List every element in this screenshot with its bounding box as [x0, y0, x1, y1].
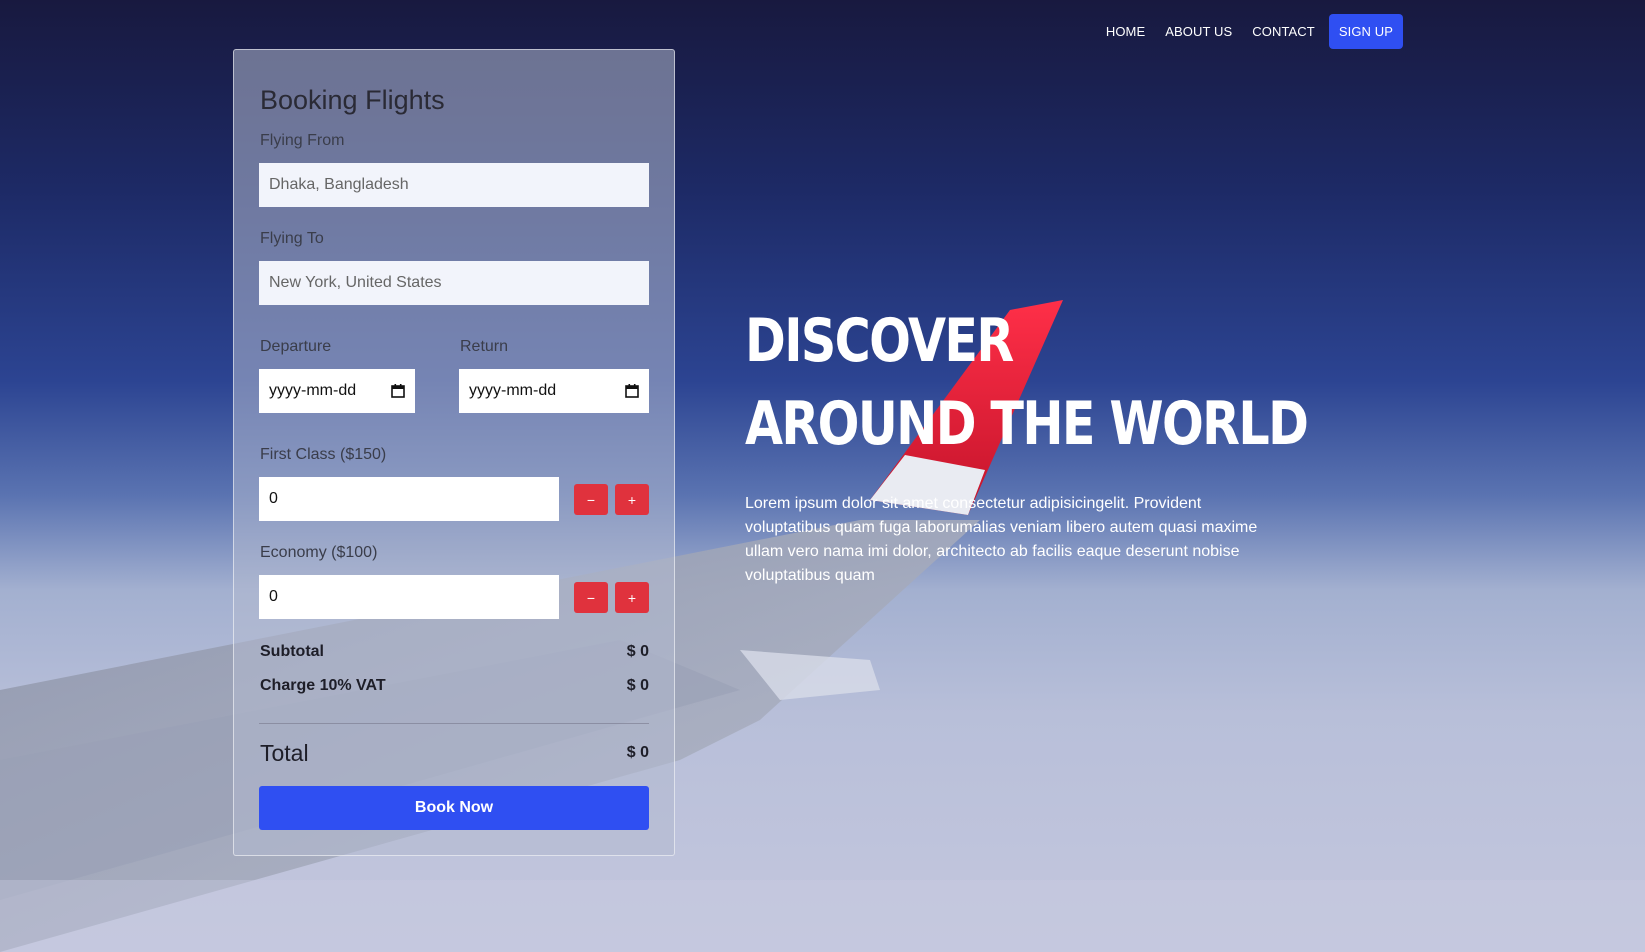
- hero-title-line-2: AROUND THE WORLD: [745, 389, 1309, 459]
- departure-date-value: yyyy-mm-dd: [269, 382, 357, 399]
- nav-home[interactable]: HOME: [1096, 16, 1155, 47]
- top-navigation: HOME ABOUT US CONTACT SIGN UP: [1096, 14, 1403, 49]
- plus-icon: +: [627, 589, 637, 606]
- departure-date-input[interactable]: yyyy-mm-dd: [259, 369, 415, 413]
- divider: [259, 723, 649, 724]
- economy-increment-button[interactable]: +: [615, 582, 649, 613]
- minus-icon: −: [586, 491, 596, 508]
- first-class-increment-button[interactable]: +: [615, 484, 649, 515]
- subtotal-label: Subtotal: [260, 643, 324, 660]
- hero-title-line-1: DISCOVER: [745, 306, 1014, 376]
- vat-label: Charge 10% VAT: [260, 677, 386, 694]
- booking-card: Booking Flights Flying From Dhaka, Bangl…: [233, 49, 675, 856]
- economy-quantity-value: 0: [269, 588, 278, 605]
- total-label: Total: [260, 740, 309, 766]
- departure-label: Departure: [260, 338, 332, 355]
- flying-to-input[interactable]: New York, United States: [259, 261, 649, 305]
- first-class-quantity-value: 0: [269, 490, 278, 507]
- minus-icon: −: [586, 589, 596, 606]
- calendar-icon[interactable]: [625, 384, 639, 398]
- plus-icon: +: [627, 491, 637, 508]
- flying-from-label: Flying From: [260, 132, 345, 149]
- hero-title: DISCOVER AROUND THE WORLD: [745, 300, 1309, 466]
- hero-description: Lorem ipsum dolor sit amet consectetur a…: [745, 495, 1258, 584]
- first-class-quantity-input[interactable]: 0: [259, 477, 559, 521]
- flying-from-placeholder: Dhaka, Bangladesh: [269, 176, 409, 193]
- book-now-button[interactable]: Book Now: [259, 786, 649, 830]
- first-class-decrement-button[interactable]: −: [574, 484, 608, 515]
- economy-quantity-input[interactable]: 0: [259, 575, 559, 619]
- economy-decrement-button[interactable]: −: [574, 582, 608, 613]
- sign-up-button[interactable]: SIGN UP: [1328, 14, 1403, 49]
- nav-about-us[interactable]: ABOUT US: [1155, 16, 1242, 47]
- total-value: $ 0: [626, 744, 649, 761]
- flying-from-input[interactable]: Dhaka, Bangladesh: [259, 163, 649, 207]
- subtotal-value: $ 0: [626, 643, 649, 660]
- calendar-icon[interactable]: [391, 384, 405, 398]
- booking-title: Booking Flights: [260, 85, 445, 115]
- return-date-input[interactable]: yyyy-mm-dd: [459, 369, 649, 413]
- flying-to-label: Flying To: [260, 230, 324, 247]
- return-label: Return: [460, 338, 509, 355]
- economy-label: Economy ($100): [260, 544, 378, 561]
- first-class-label: First Class ($150): [260, 446, 387, 463]
- nav-contact[interactable]: CONTACT: [1242, 16, 1325, 47]
- flying-to-placeholder: New York, United States: [269, 274, 442, 291]
- return-date-value: yyyy-mm-dd: [469, 382, 557, 399]
- vat-value: $ 0: [626, 677, 649, 694]
